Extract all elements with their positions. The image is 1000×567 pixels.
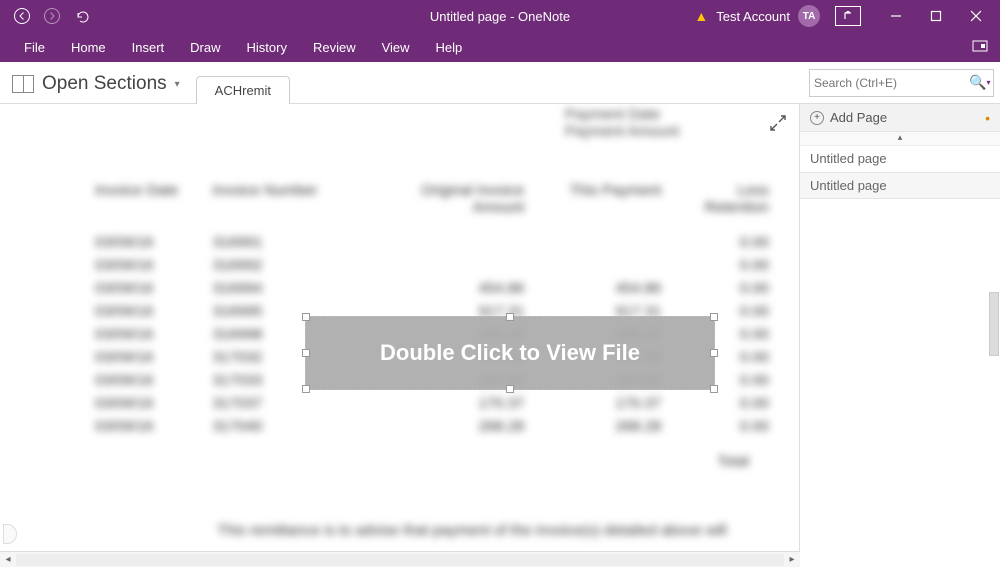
menu-history[interactable]: History [235,36,299,59]
expand-canvas-button[interactable] [769,114,787,132]
unsynced-indicator-icon: • [985,110,990,126]
avatar[interactable]: TA [798,5,820,27]
share-button[interactable] [828,0,868,32]
close-button[interactable] [956,0,996,32]
scrollbar-thumb[interactable] [989,292,999,356]
section-tab-achremit[interactable]: ACHremit [196,76,290,104]
search-icon[interactable]: 🔍 [969,74,986,91]
open-sections-label: Open Sections [42,73,167,95]
menu-bar: File Home Insert Draw History Review Vie… [0,32,1000,62]
account-name[interactable]: Test Account [716,9,790,24]
back-button[interactable] [8,2,36,30]
embedded-file-placeholder[interactable]: Double Click to View File [305,316,715,390]
resize-handle[interactable] [302,349,310,357]
table-row: 03/09/163169920.00 [95,257,769,274]
resize-handle[interactable] [302,313,310,321]
plus-icon: + [810,111,824,125]
resize-handle[interactable] [302,385,310,393]
page-list-scroll-up[interactable]: ▴ [800,132,1000,146]
warning-icon: ▲ [694,8,708,24]
menu-draw[interactable]: Draw [178,36,232,59]
menu-view[interactable]: View [370,36,422,59]
open-sections-dropdown[interactable]: Open Sections ▾ [10,67,184,103]
title-bar: Untitled page - OneNote ▲ Test Account T… [0,0,1000,32]
note-tag-handle[interactable] [3,524,17,544]
doc-footnote: This remittance is to advise that paymen… [205,522,739,539]
resize-handle[interactable] [506,385,514,393]
table-row: 03/09/16317040268.28268.280.00 [95,418,769,435]
menu-home[interactable]: Home [59,36,118,59]
note-canvas[interactable]: Payment Date Payment Amount Invoice Date… [0,104,800,551]
resize-handle[interactable] [506,313,514,321]
notebook-icon [12,75,34,93]
doc-header: Payment Date Payment Amount [565,106,679,140]
page-list-pane: + Add Page • ▴ Untitled page Untitled pa… [800,104,1000,567]
search-scope-chevron-icon[interactable]: ▾ [986,78,990,87]
table-row: 03/09/163169910.00 [95,234,769,251]
section-bar: Open Sections ▾ ACHremit 🔍 ▾ [0,62,1000,104]
menu-insert[interactable]: Insert [120,36,177,59]
horizontal-scrollbar[interactable]: ◂ ▸ [0,551,800,567]
scroll-left-button[interactable]: ◂ [0,554,16,565]
menu-help[interactable]: Help [424,36,475,59]
resize-handle[interactable] [710,313,718,321]
add-page-label: Add Page [830,110,887,125]
scroll-right-button[interactable]: ▸ [784,554,800,565]
chevron-down-icon: ▾ [175,79,180,90]
undo-button[interactable] [68,2,96,30]
minimize-button[interactable] [876,0,916,32]
resize-handle[interactable] [710,349,718,357]
table-row: 03/09/16316994454.86454.860.00 [95,280,769,297]
menu-file[interactable]: File [12,36,57,59]
vertical-scrollbar[interactable] [986,132,1000,567]
resize-handle[interactable] [710,385,718,393]
table-row: 03/09/16317037170.37170.370.00 [95,395,769,412]
add-page-button[interactable]: + Add Page • [800,104,1000,132]
ribbon-options-button[interactable] [966,35,994,59]
menu-review[interactable]: Review [301,36,368,59]
maximize-button[interactable] [916,0,956,32]
page-item[interactable]: Untitled page [800,172,1000,199]
search-input[interactable] [814,76,969,90]
embedded-file-label: Double Click to View File [380,340,640,366]
forward-button[interactable] [38,2,66,30]
search-box[interactable]: 🔍 ▾ [809,69,994,97]
page-item[interactable]: Untitled page [800,146,1000,172]
